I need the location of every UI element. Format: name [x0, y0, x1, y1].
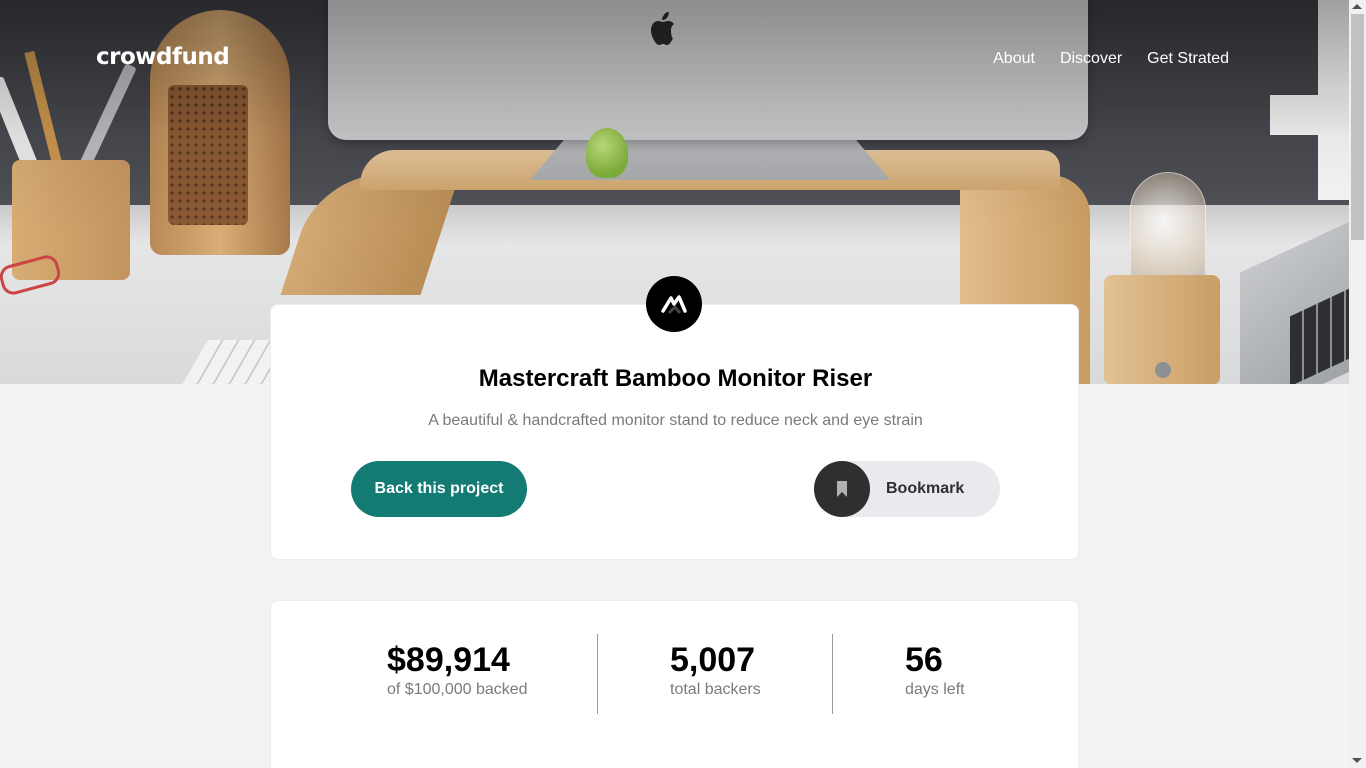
- stat-label: days left: [905, 681, 965, 698]
- bookmark-button[interactable]: Bookmark: [814, 461, 1000, 517]
- bookmark-label: Bookmark: [886, 480, 965, 497]
- scroll-up-arrow-icon[interactable]: [1352, 4, 1362, 9]
- stat-divider: [832, 634, 833, 714]
- stat-value: 56: [905, 641, 943, 679]
- mastercraft-logo-icon: [646, 276, 702, 332]
- project-card: Mastercraft Bamboo Monitor Riser A beaut…: [270, 304, 1079, 560]
- stat-label: total backers: [670, 681, 761, 698]
- nav-link-get-started[interactable]: Get Strated: [1147, 50, 1229, 68]
- brand-logo[interactable]: crowdfund: [96, 44, 230, 70]
- main-nav: About Discover Get Strated: [993, 50, 1229, 68]
- bookmark-icon: [837, 481, 847, 497]
- mastercraft-logo-mark-icon: [661, 295, 687, 315]
- stat-divider: [597, 634, 598, 714]
- stats-card: $89,914 of $100,000 backed 5,007 total b…: [270, 600, 1079, 768]
- scrollbar-thumb[interactable]: [1351, 14, 1364, 240]
- back-project-button[interactable]: Back this project: [351, 461, 527, 517]
- nav-link-discover[interactable]: Discover: [1060, 50, 1122, 68]
- stat-backed: $89,914 of $100,000 backed: [387, 643, 528, 699]
- bookmark-icon-circle: [814, 461, 870, 517]
- stat-label: of $100,000 backed: [387, 681, 528, 698]
- scroll-down-arrow-icon[interactable]: [1352, 758, 1362, 763]
- stat-value: 5,007: [670, 641, 756, 679]
- stat-backers: 5,007 total backers: [670, 643, 761, 699]
- project-subtitle: A beautiful & handcrafted monitor stand …: [428, 412, 923, 429]
- stat-value: $89,914: [387, 641, 510, 679]
- stat-days-left: 56 days left: [905, 643, 965, 699]
- nav-link-about[interactable]: About: [993, 50, 1035, 68]
- project-title: Mastercraft Bamboo Monitor Riser: [478, 365, 873, 392]
